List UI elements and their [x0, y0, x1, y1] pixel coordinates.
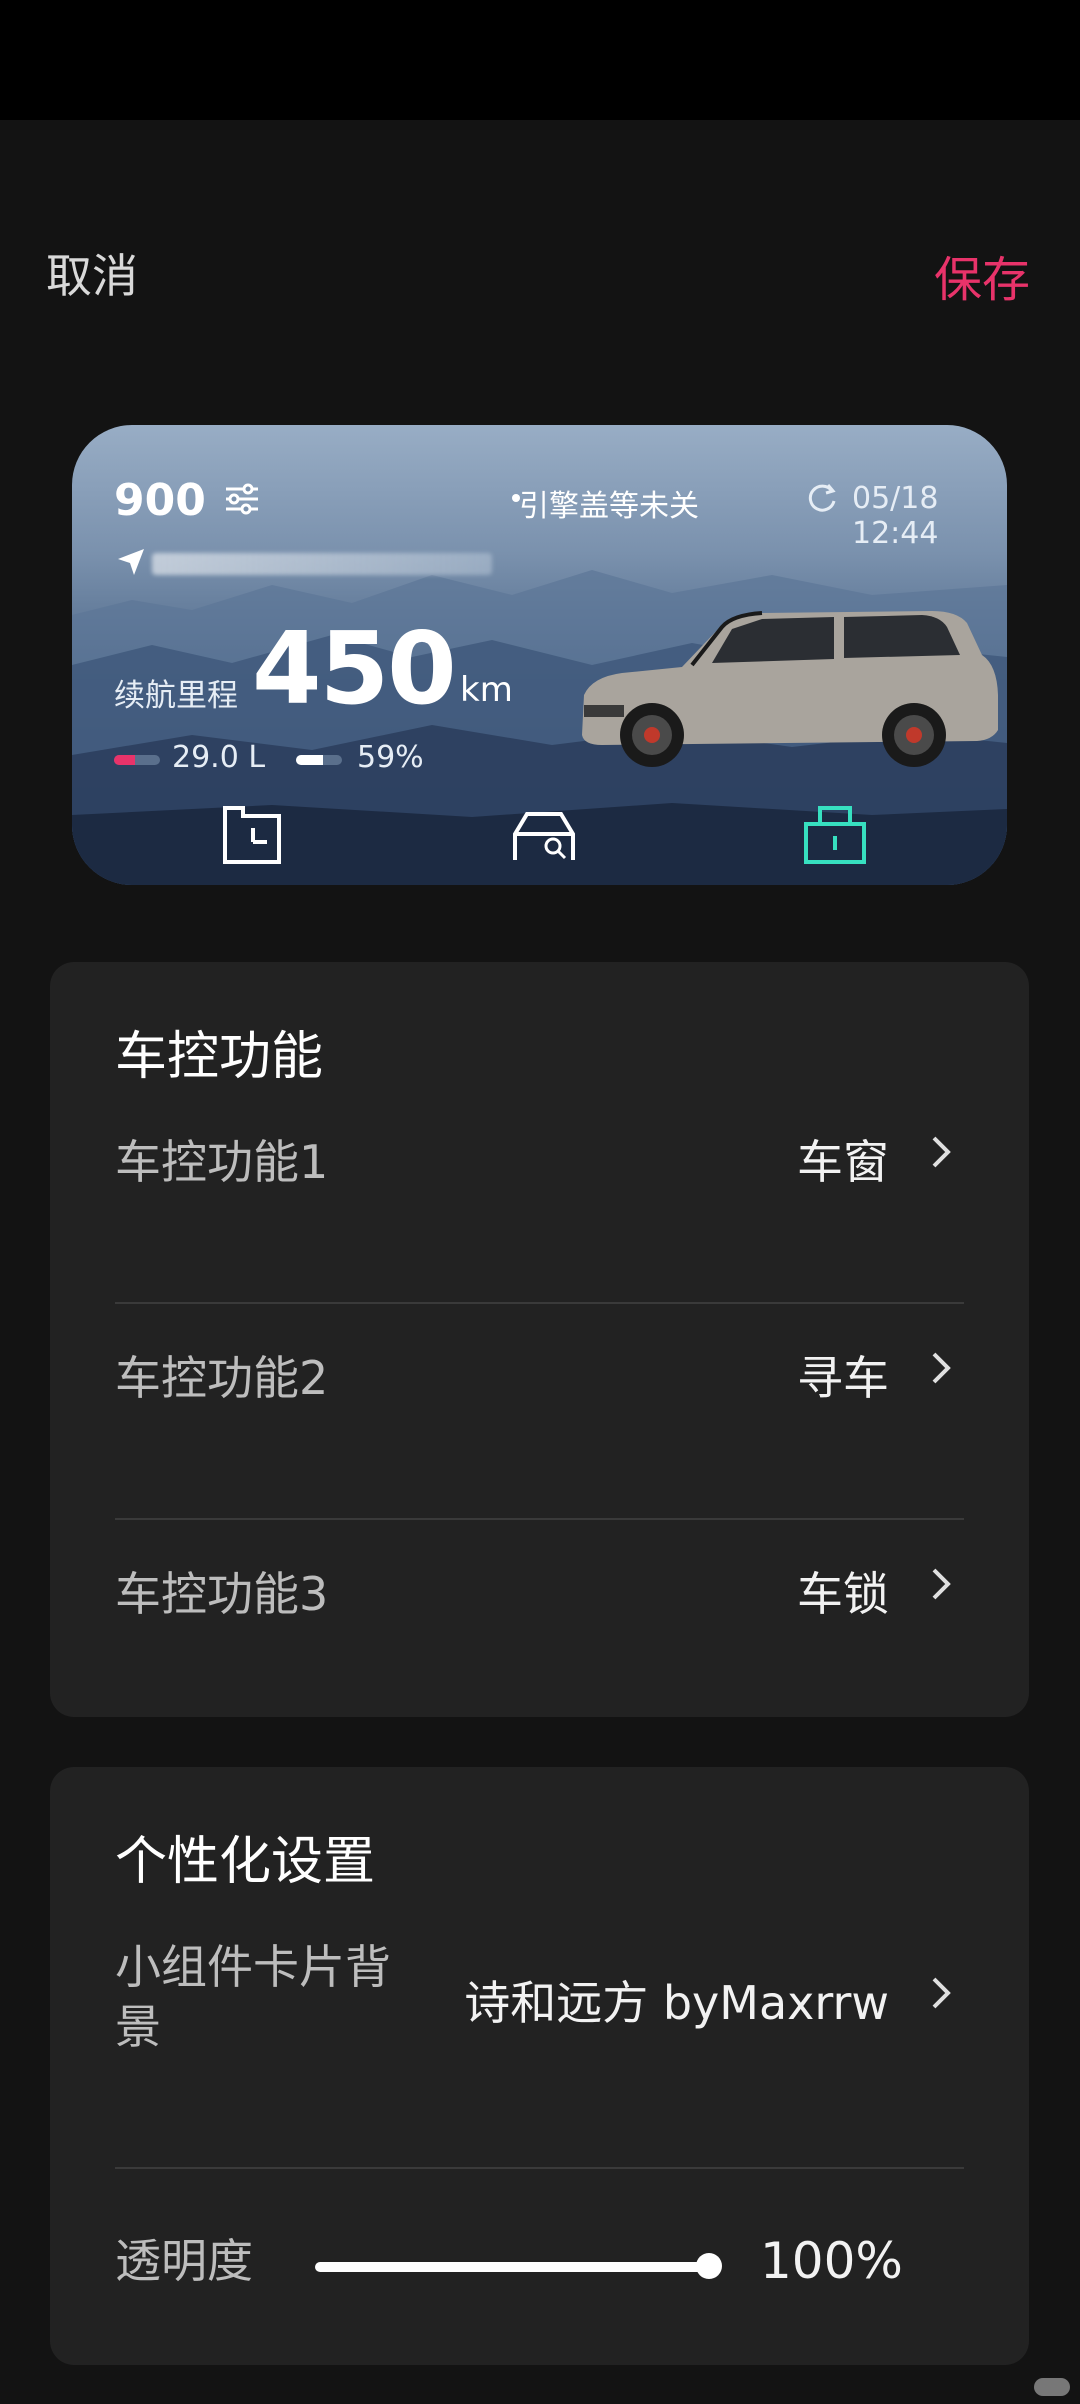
vehicle-widget-preview: 900 引擎盖等未关 05/18 12:44 续航里程 450 km 29.0 … — [72, 425, 1007, 885]
schedule-clock-icon[interactable] — [217, 800, 287, 866]
header — [0, 120, 1080, 420]
location-address-blurred — [152, 553, 492, 575]
panel-title: 个性化设置 — [115, 1832, 376, 1892]
alert-text: 引擎盖等未关 — [519, 489, 699, 524]
fuel-level-fill — [114, 755, 135, 765]
vehicle-model: 900 — [114, 475, 206, 526]
row-label-line-1: 小组件卡片背 — [115, 1940, 391, 1994]
battery-value: 59% — [357, 740, 424, 775]
suv-car-image — [582, 611, 998, 767]
vehicle-control-row-2[interactable]: 车控功能2 寻车 — [115, 1314, 964, 1414]
divider — [115, 1518, 964, 1520]
range-unit: km — [460, 670, 513, 710]
watermark — [1034, 2378, 1070, 2396]
widget-background-row[interactable]: 小组件卡片背 景 诗和远方 byMaxrrw — [115, 1937, 964, 2077]
chevron-right-icon — [932, 1136, 951, 1168]
vehicle-control-row-3[interactable]: 车控功能3 车锁 — [115, 1530, 964, 1630]
panel-title: 车控功能 — [115, 1027, 324, 1087]
row-value: 诗和远方 byMaxrrw — [464, 1976, 889, 2030]
range-value: 450 — [252, 610, 457, 727]
battery-level-bar — [296, 755, 342, 765]
row-label: 车控功能3 — [115, 1567, 329, 1621]
row-value: 车窗 — [797, 1135, 889, 1189]
save-button[interactable]: 保存 — [934, 240, 1030, 310]
divider — [115, 1302, 964, 1304]
settings-sliders-icon — [226, 483, 258, 515]
opacity-label: 透明度 — [115, 2234, 253, 2288]
opacity-slider-track[interactable] — [315, 2262, 709, 2272]
refresh-icon[interactable] — [804, 481, 840, 517]
row-value: 车锁 — [797, 1567, 889, 1621]
personalization-panel: 个性化设置 小组件卡片背 景 诗和远方 byMaxrrw 透明度 100% — [50, 1767, 1029, 2365]
find-car-icon[interactable] — [509, 800, 579, 866]
fuel-value: 29.0 L — [172, 740, 266, 775]
row-label-line-2: 景 — [115, 2000, 161, 2054]
update-timestamp: 05/18 12:44 — [852, 481, 939, 551]
lock-icon[interactable] — [800, 800, 870, 866]
status-bar — [0, 0, 1080, 120]
opacity-slider-thumb[interactable] — [696, 2253, 722, 2279]
fuel-level-bar — [114, 755, 160, 765]
chevron-right-icon — [932, 1352, 951, 1384]
range-label: 续航里程 — [114, 678, 238, 714]
opacity-value: 100% — [760, 2232, 903, 2290]
cancel-button[interactable]: 取消 — [46, 240, 138, 306]
vehicle-control-row-1[interactable]: 车控功能1 车窗 — [115, 1098, 964, 1198]
divider — [115, 2167, 964, 2169]
row-label: 车控功能1 — [115, 1135, 329, 1189]
chevron-right-icon — [932, 1568, 951, 1600]
chevron-right-icon — [932, 1977, 951, 2009]
battery-level-fill — [296, 755, 324, 765]
vehicle-control-panel: 车控功能 车控功能1 车窗 车控功能2 寻车 车控功能3 车锁 — [50, 962, 1029, 1717]
row-value: 寻车 — [797, 1351, 889, 1405]
row-label: 小组件卡片背 景 — [115, 1937, 391, 2057]
location-arrow-icon — [118, 549, 144, 575]
row-label: 车控功能2 — [115, 1351, 329, 1405]
